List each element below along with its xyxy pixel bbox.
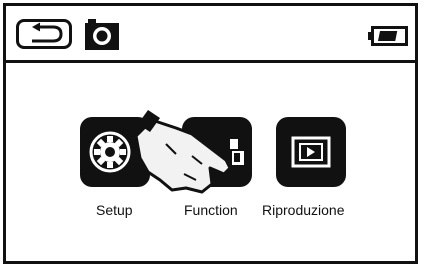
battery-icon xyxy=(368,26,408,46)
back-button[interactable] xyxy=(16,19,72,49)
camera-icon[interactable] xyxy=(84,17,120,51)
device-screen: Setup Function Riproduzione xyxy=(3,3,418,264)
playback-icon xyxy=(291,136,331,168)
pointing-hand-icon xyxy=(134,110,232,194)
function-label: Function xyxy=(184,202,238,218)
riproduzione-label: Riproduzione xyxy=(262,202,345,218)
back-arrow-icon xyxy=(31,22,63,43)
status-bar xyxy=(6,6,415,63)
menu-item-riproduzione[interactable] xyxy=(276,117,346,187)
setup-label: Setup xyxy=(96,202,133,218)
